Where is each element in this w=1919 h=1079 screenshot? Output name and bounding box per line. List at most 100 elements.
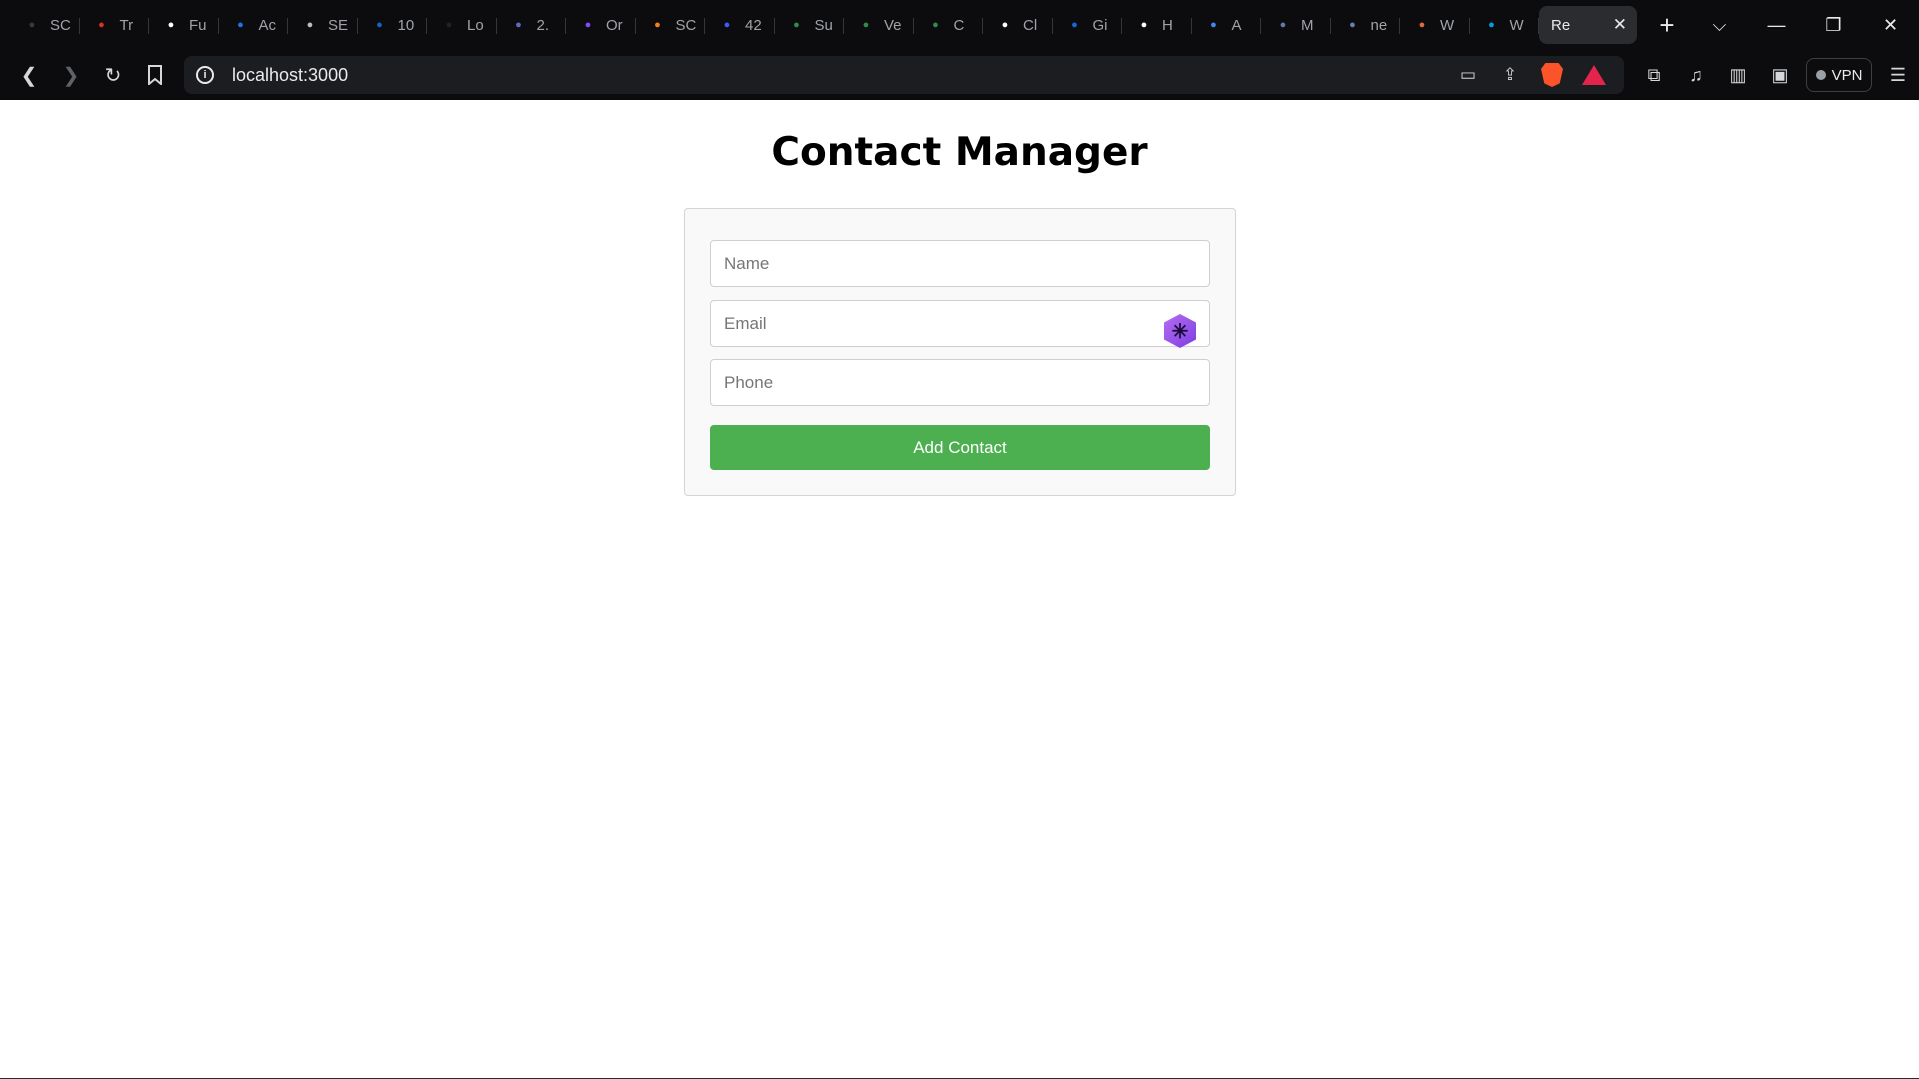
site-info-icon[interactable]: i bbox=[196, 66, 214, 84]
tab-list: ● SC ● Tr ● Fu ● Ac ● SE ● 10 ● Lo ● 2. ● Or ● SC ● 42 ● Su ● Ve ●… bbox=[0, 0, 1687, 50]
tab[interactable]: ● H bbox=[1122, 6, 1192, 44]
tab-title: Lo bbox=[467, 16, 484, 34]
cast-icon[interactable]: ▭ bbox=[1454, 61, 1482, 89]
tab[interactable]: ● ne bbox=[1331, 6, 1401, 44]
vpn-status-icon bbox=[1815, 70, 1826, 80]
tab[interactable]: ● Tr bbox=[80, 6, 150, 44]
media-icon[interactable]: ♫ bbox=[1680, 59, 1712, 91]
github-icon: ● bbox=[167, 19, 175, 31]
sidebar-icon[interactable]: ▥ bbox=[1722, 59, 1754, 91]
window-close-icon[interactable]: ✕ bbox=[1862, 0, 1919, 50]
name-input[interactable] bbox=[710, 240, 1210, 287]
gfg-icon: ● bbox=[932, 19, 939, 31]
cloud-icon: ● bbox=[98, 19, 105, 31]
tab-title: Gi bbox=[1092, 16, 1108, 34]
gfg-icon: ● bbox=[862, 19, 870, 31]
cloud-icon: ● bbox=[1488, 19, 1495, 31]
tab[interactable]: ● 42 bbox=[705, 6, 775, 44]
tab[interactable]: ● M bbox=[1261, 6, 1331, 44]
tab[interactable]: ● SC bbox=[636, 6, 706, 44]
add-contact-button[interactable]: Add Contact bbox=[710, 425, 1210, 470]
stack-icon: ● bbox=[654, 19, 661, 31]
tab-title: A bbox=[1231, 16, 1242, 34]
tab-title: SC bbox=[50, 16, 71, 34]
tab[interactable]: ● Fu bbox=[149, 6, 219, 44]
tab-active[interactable]: Re ✕ bbox=[1539, 6, 1637, 44]
tab-title: Su bbox=[814, 16, 833, 34]
cross-icon: ● bbox=[1279, 19, 1287, 31]
tab[interactable]: ● C bbox=[914, 6, 984, 44]
brave-shields-icon[interactable] bbox=[1538, 61, 1566, 89]
tab[interactable]: ● W bbox=[1470, 6, 1540, 44]
tab-title: Re bbox=[1551, 16, 1571, 34]
s-logo-icon: ● bbox=[237, 19, 244, 31]
tab[interactable]: ● Ac bbox=[219, 6, 289, 44]
tab-title: 10 bbox=[397, 16, 415, 34]
terminal-icon: ● bbox=[376, 19, 383, 31]
close-tab-icon[interactable]: ✕ bbox=[1613, 15, 1627, 35]
tab-title: 2. bbox=[536, 16, 550, 34]
address-bar[interactable]: i localhost:3000 ▭ ⇪ bbox=[184, 56, 1624, 94]
minimize-icon[interactable]: — bbox=[1748, 0, 1805, 50]
phone-input[interactable] bbox=[710, 359, 1210, 406]
confluence-icon: ● bbox=[1071, 19, 1078, 31]
code-icon: ● bbox=[723, 19, 731, 31]
page-content: Contact Manager ✳ Add Contact bbox=[0, 100, 1919, 1079]
tab-title: SC bbox=[675, 16, 697, 34]
slash-icon: ● bbox=[1140, 19, 1148, 31]
tab-title: 42 bbox=[745, 16, 762, 34]
dots-icon: ● bbox=[1418, 19, 1426, 31]
toolbar-actions: ⧉ ♫ ▥ ▣ VPN ☰ bbox=[1638, 58, 1914, 92]
browser-toolbar: ❮ ❯ ↻ i localhost:3000 ▭ ⇪ ⧉ ♫ ▥ ▣ VPN ☰ bbox=[0, 50, 1919, 100]
tab[interactable]: ● Gi bbox=[1053, 6, 1123, 44]
tab-title: W bbox=[1440, 16, 1455, 34]
tab-title: SE bbox=[328, 16, 349, 34]
wallet-icon[interactable]: ▣ bbox=[1764, 59, 1796, 91]
new-tab-button[interactable]: + bbox=[1647, 6, 1687, 44]
tab[interactable]: ● 10 bbox=[358, 6, 428, 44]
menu-icon[interactable]: ☰ bbox=[1882, 59, 1914, 91]
a-logo-icon: ● bbox=[1210, 19, 1217, 31]
ampersand-icon: ● bbox=[1349, 19, 1356, 31]
infinity-icon: ● bbox=[445, 19, 453, 31]
window-controls: ⌵ — ❐ ✕ bbox=[1691, 0, 1919, 50]
share-icon[interactable]: ⇪ bbox=[1496, 61, 1524, 89]
back-icon[interactable]: ❮ bbox=[8, 55, 50, 95]
reload-icon[interactable]: ↻ bbox=[92, 55, 134, 95]
address-bar-actions: ▭ ⇪ bbox=[1454, 61, 1624, 89]
tab[interactable]: ● SE bbox=[288, 6, 358, 44]
tab[interactable]: ● Cl bbox=[983, 6, 1053, 44]
p-logo-icon: ● bbox=[584, 19, 592, 31]
vpn-button[interactable]: VPN bbox=[1806, 58, 1872, 92]
tab[interactable]: ● Lo bbox=[427, 6, 497, 44]
tab-title: ne bbox=[1370, 16, 1388, 34]
vpn-label: VPN bbox=[1831, 66, 1863, 84]
browser-tabstrip: ● SC ● Tr ● Fu ● Ac ● SE ● 10 ● Lo ● 2. ● Or ● SC ● 42 ● Su ● Ve ●… bbox=[0, 0, 1919, 50]
cpp-icon: ● bbox=[515, 19, 522, 31]
page-icon: ● bbox=[28, 19, 36, 31]
tab-title: W bbox=[1509, 16, 1524, 34]
contact-form-card: ✳ Add Contact bbox=[684, 208, 1236, 496]
tab[interactable]: ● W bbox=[1400, 6, 1470, 44]
tab[interactable]: ● Ve bbox=[844, 6, 914, 44]
forward-icon[interactable]: ❯ bbox=[50, 55, 92, 95]
email-input[interactable] bbox=[710, 300, 1210, 347]
restore-icon[interactable]: ❐ bbox=[1805, 0, 1862, 50]
brave-rewards-icon[interactable] bbox=[1580, 61, 1608, 89]
url-text[interactable]: localhost:3000 bbox=[232, 65, 348, 86]
tab[interactable]: ● Or bbox=[566, 6, 636, 44]
tab[interactable]: ● SC bbox=[10, 6, 80, 44]
tab-title: Cl bbox=[1023, 16, 1038, 34]
extensions-icon[interactable]: ⧉ bbox=[1638, 59, 1670, 91]
tab-title: M bbox=[1301, 16, 1314, 34]
tab-title: Ve bbox=[884, 16, 902, 34]
openai-icon: ● bbox=[1001, 19, 1009, 31]
tab[interactable]: ● 2. bbox=[497, 6, 567, 44]
tab-search-chevron-icon[interactable]: ⌵ bbox=[1691, 0, 1748, 50]
tab-title: Or bbox=[606, 16, 623, 34]
tab[interactable]: ● A bbox=[1192, 6, 1262, 44]
bookmark-icon[interactable] bbox=[134, 55, 176, 95]
gear-icon: ● bbox=[306, 19, 314, 31]
tab[interactable]: ● Su bbox=[775, 6, 845, 44]
gfg-icon: ● bbox=[793, 19, 800, 31]
